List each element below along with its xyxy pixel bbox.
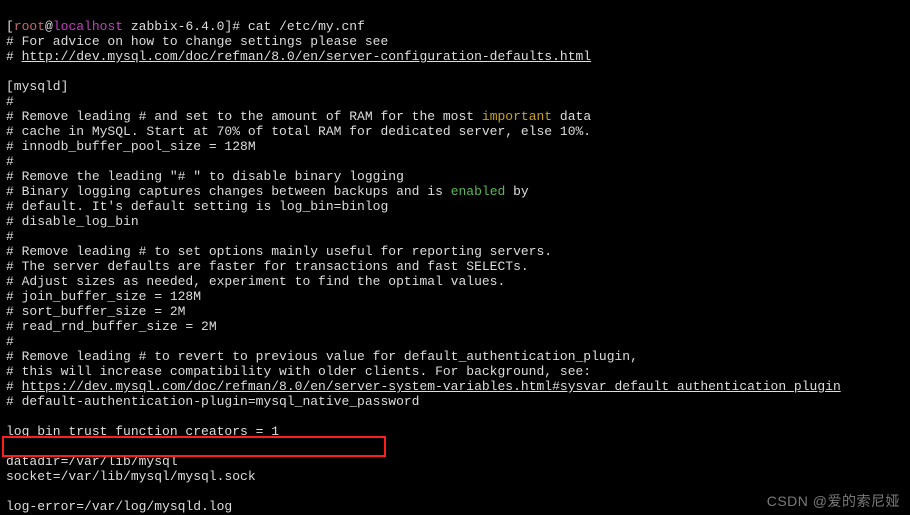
terminal-output: [root@localhost zabbix-6.4.0]# cat /etc/… xyxy=(0,0,910,515)
cfg-line: # cache in MySQL. Start at 70% of total … xyxy=(6,124,591,139)
keyword-enabled: enabled xyxy=(451,184,506,199)
watermark: CSDN @爱的索尼娅 xyxy=(767,494,900,509)
prompt-at: @ xyxy=(45,19,53,34)
cfg-line: # read_rnd_buffer_size = 2M xyxy=(6,319,217,334)
cfg-line: # disable_log_bin xyxy=(6,214,139,229)
cfg-line: # Remove leading # to set options mainly… xyxy=(6,244,552,259)
cfg-setting-highlighted: log_bin_trust_function_creators = 1 xyxy=(6,424,279,439)
prompt-host: localhost xyxy=(53,19,123,34)
prompt-bracket-open: [ xyxy=(6,19,14,34)
prompt-user: root xyxy=(14,19,45,34)
cfg-line: # For advice on how to change settings p… xyxy=(6,34,388,49)
prompt-bracket-close: ]# xyxy=(224,19,247,34)
cfg-section: [mysqld] xyxy=(6,79,68,94)
cfg-line: # Adjust sizes as needed, experiment to … xyxy=(6,274,505,289)
cfg-line: socket=/var/lib/mysql/mysql.sock xyxy=(6,469,256,484)
cfg-line: # xyxy=(6,94,14,109)
cfg-line: # Remove leading # to revert to previous… xyxy=(6,349,638,364)
cfg-line: # Remove the leading "# " to disable bin… xyxy=(6,169,404,184)
keyword-important: important xyxy=(482,109,552,124)
cfg-line: # sort_buffer_size = 2M xyxy=(6,304,185,319)
prompt: [root@localhost zabbix-6.4.0]# cat /etc/… xyxy=(6,19,365,34)
doc-link[interactable]: http://dev.mysql.com/doc/refman/8.0/en/s… xyxy=(22,49,592,64)
cfg-line: # xyxy=(6,334,14,349)
prompt-command[interactable]: cat /etc/my.cnf xyxy=(248,19,365,34)
cfg-line: # https://dev.mysql.com/doc/refman/8.0/e… xyxy=(6,379,841,394)
cfg-line: # innodb_buffer_pool_size = 128M xyxy=(6,139,256,154)
doc-link[interactable]: https://dev.mysql.com/doc/refman/8.0/en/… xyxy=(22,379,841,394)
cfg-line: # Binary logging captures changes betwee… xyxy=(6,184,529,199)
cfg-line: # xyxy=(6,229,14,244)
cfg-line: # join_buffer_size = 128M xyxy=(6,289,201,304)
cfg-line: # default-authentication-plugin=mysql_na… xyxy=(6,394,419,409)
prompt-path: zabbix-6.4.0 xyxy=(123,19,224,34)
cfg-line: # this will increase compatibility with … xyxy=(6,364,591,379)
cfg-line: datadir=/var/lib/mysql xyxy=(6,454,178,469)
cfg-line: # The server defaults are faster for tra… xyxy=(6,259,529,274)
cfg-line: log-error=/var/log/mysqld.log xyxy=(6,499,232,514)
cfg-line: # xyxy=(6,154,14,169)
cfg-line: # Remove leading # and set to the amount… xyxy=(6,109,591,124)
cfg-line: # default. It's default setting is log_b… xyxy=(6,199,388,214)
cfg-line: # http://dev.mysql.com/doc/refman/8.0/en… xyxy=(6,49,591,64)
